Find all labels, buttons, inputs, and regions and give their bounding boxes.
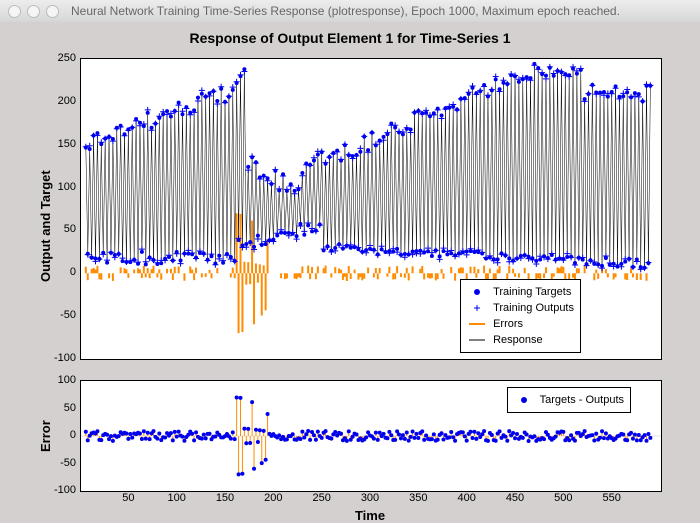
axes-response: Training Targets Training Outputs Errors… xyxy=(80,58,662,360)
legend-item-diff: Targets - Outputs xyxy=(514,392,624,408)
legend-item-errors: Errors xyxy=(467,316,574,332)
window-title: Neural Network Training Time-Series Resp… xyxy=(67,4,700,18)
legend-item-targets: Training Targets xyxy=(467,284,574,300)
xticks: 50100150200250300350400450500550 xyxy=(80,492,660,506)
legend-label: Response xyxy=(493,334,543,346)
chart-title: Response of Output Element 1 for Time-Se… xyxy=(0,30,700,46)
zoom-icon[interactable] xyxy=(46,5,59,18)
legend-label: Targets - Outputs xyxy=(540,394,624,406)
legend-label: Training Targets xyxy=(493,286,571,298)
yticks-top: -100-50050100150200250 xyxy=(40,58,76,358)
axes-error: Targets - Outputs xyxy=(80,380,662,492)
legend-bottom: Targets - Outputs xyxy=(507,387,631,413)
legend-item-response: Response xyxy=(467,332,574,348)
minimize-icon[interactable] xyxy=(27,5,40,18)
xlabel: Time xyxy=(80,508,660,523)
window-titlebar: Neural Network Training Time-Series Resp… xyxy=(0,0,700,23)
yticks-bottom: -100-50050100 xyxy=(40,380,76,490)
legend-label: Training Outputs xyxy=(493,302,574,314)
window-controls xyxy=(0,5,67,18)
legend-item-outputs: Training Outputs xyxy=(467,300,574,316)
legend-label: Errors xyxy=(493,318,523,330)
close-icon[interactable] xyxy=(8,5,21,18)
figure-area: Response of Output Element 1 for Time-Se… xyxy=(0,22,700,522)
legend-top: Training Targets Training Outputs Errors… xyxy=(460,279,581,353)
